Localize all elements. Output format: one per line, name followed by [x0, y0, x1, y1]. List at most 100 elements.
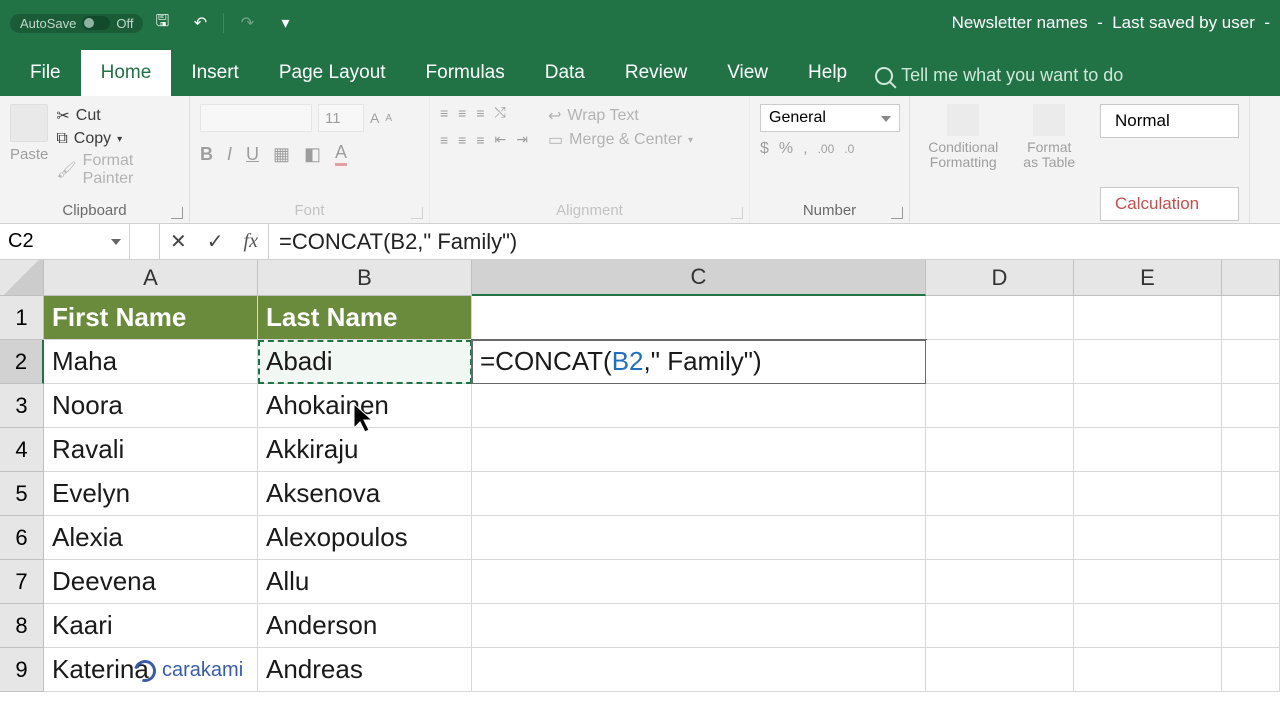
cell-B2[interactable]: Abadi [258, 340, 472, 384]
row-header-6[interactable]: 6 [0, 516, 44, 560]
increase-font-icon[interactable]: A [370, 110, 379, 126]
cell-B8[interactable]: Anderson [258, 604, 472, 648]
cell-B3[interactable]: Ahokainen [258, 384, 472, 428]
cell-B7[interactable]: Allu [258, 560, 472, 604]
cell-B5[interactable]: Aksenova [258, 472, 472, 516]
align-left-icon[interactable]: ≡ [440, 132, 448, 148]
tab-help[interactable]: Help [788, 50, 867, 96]
format-painter-button[interactable]: 🖌Format Painter [56, 150, 179, 190]
select-all-corner[interactable] [0, 260, 44, 296]
cell-A6[interactable]: Alexia [44, 516, 258, 560]
cell-B1[interactable]: Last Name [258, 296, 472, 340]
percent-button[interactable]: % [779, 140, 793, 158]
row-header-3[interactable]: 3 [0, 384, 44, 428]
cell-E6[interactable] [1074, 516, 1222, 560]
tab-view[interactable]: View [707, 50, 788, 96]
decrease-font-icon[interactable]: A [385, 113, 392, 124]
row-header-9[interactable]: 9 [0, 648, 44, 692]
dialog-launcher-icon[interactable] [171, 207, 183, 219]
formula-bar[interactable]: =CONCAT(B2," Family") [269, 224, 1280, 259]
cell-F1[interactable] [1222, 296, 1280, 340]
wrap-text-button[interactable]: ↩Wrap Text [548, 104, 693, 128]
align-bottom-icon[interactable]: ≡ [476, 105, 484, 121]
row-header-4[interactable]: 4 [0, 428, 44, 472]
col-header-E[interactable]: E [1074, 260, 1222, 296]
spreadsheet-grid[interactable]: A B C D E 1 First Name Last Name 2 Maha … [0, 260, 1280, 692]
border-button[interactable]: ▦ [273, 144, 290, 165]
cell-D2[interactable] [926, 340, 1074, 384]
increase-decimal-icon[interactable]: .00 [818, 142, 835, 156]
cell-F2[interactable] [1222, 340, 1280, 384]
cell-A3[interactable]: Noora [44, 384, 258, 428]
cell-F4[interactable] [1222, 428, 1280, 472]
dialog-launcher-icon[interactable] [731, 207, 743, 219]
cell-D6[interactable] [926, 516, 1074, 560]
style-normal[interactable]: Normal [1100, 104, 1239, 138]
tab-home[interactable]: Home [81, 50, 172, 96]
cell-A5[interactable]: Evelyn [44, 472, 258, 516]
font-size-dropdown[interactable]: 11 [318, 104, 364, 132]
copy-button[interactable]: ⧉Copy▾ [56, 128, 179, 150]
cell-D8[interactable] [926, 604, 1074, 648]
cell-F6[interactable] [1222, 516, 1280, 560]
tab-file[interactable]: File [10, 50, 81, 96]
cell-A4[interactable]: Ravali [44, 428, 258, 472]
align-right-icon[interactable]: ≡ [476, 132, 484, 148]
col-header-F[interactable] [1222, 260, 1280, 296]
align-top-icon[interactable]: ≡ [440, 105, 448, 121]
cell-D5[interactable] [926, 472, 1074, 516]
name-box[interactable]: C2 [0, 224, 130, 259]
cell-E1[interactable] [1074, 296, 1222, 340]
format-as-table-button[interactable]: Format as Table [1019, 104, 1080, 171]
cell-D4[interactable] [926, 428, 1074, 472]
cell-A2[interactable]: Maha [44, 340, 258, 384]
cell-D9[interactable] [926, 648, 1074, 692]
col-header-A[interactable]: A [44, 260, 258, 296]
cell-E2[interactable] [1074, 340, 1222, 384]
cell-D3[interactable] [926, 384, 1074, 428]
redo-icon[interactable]: ↷ [236, 12, 258, 34]
cell-styles-gallery[interactable]: Normal Calculation [1090, 96, 1250, 223]
cell-F8[interactable] [1222, 604, 1280, 648]
tell-me-search[interactable]: Tell me what you want to do [875, 65, 1123, 96]
customize-qat-icon[interactable]: ▾ [274, 12, 296, 34]
tab-data[interactable]: Data [525, 50, 605, 96]
col-header-B[interactable]: B [258, 260, 472, 296]
font-name-dropdown[interactable] [200, 104, 312, 132]
dialog-launcher-icon[interactable] [411, 207, 423, 219]
cell-D1[interactable] [926, 296, 1074, 340]
cell-E9[interactable] [1074, 648, 1222, 692]
cell-B9[interactable]: Andreas [258, 648, 472, 692]
cell-C2[interactable]: =CONCAT(B2," Family") [472, 340, 926, 384]
dialog-launcher-icon[interactable] [891, 207, 903, 219]
italic-button[interactable]: I [227, 144, 232, 165]
orientation-icon[interactable]: ⤭ [495, 104, 506, 121]
cell-B4[interactable]: Akkiraju [258, 428, 472, 472]
tab-page-layout[interactable]: Page Layout [259, 50, 406, 96]
number-format-dropdown[interactable]: General [760, 104, 900, 132]
accounting-button[interactable]: $ [760, 140, 769, 158]
bold-button[interactable]: B [200, 144, 213, 165]
cell-D7[interactable] [926, 560, 1074, 604]
comma-button[interactable]: , [803, 140, 807, 158]
tab-formulas[interactable]: Formulas [406, 50, 525, 96]
tab-review[interactable]: Review [605, 50, 707, 96]
row-header-8[interactable]: 8 [0, 604, 44, 648]
row-header-5[interactable]: 5 [0, 472, 44, 516]
row-header-7[interactable]: 7 [0, 560, 44, 604]
cell-F9[interactable] [1222, 648, 1280, 692]
fill-color-button[interactable]: ◧ [304, 144, 321, 165]
save-icon[interactable]: 🖫 [151, 12, 173, 34]
autosave-toggle[interactable]: AutoSave Off [10, 14, 143, 33]
tab-insert[interactable]: Insert [171, 50, 259, 96]
cancel-icon[interactable]: ✕ [170, 229, 187, 254]
decrease-decimal-icon[interactable]: .0 [844, 142, 854, 156]
cell-E7[interactable] [1074, 560, 1222, 604]
undo-icon[interactable]: ↶ [189, 12, 211, 34]
cell-E4[interactable] [1074, 428, 1222, 472]
cell-A7[interactable]: Deevena [44, 560, 258, 604]
cell-B6[interactable]: Alexopoulos [258, 516, 472, 560]
align-center-icon[interactable]: ≡ [458, 132, 466, 148]
cell-C5[interactable] [472, 472, 926, 516]
cell-F7[interactable] [1222, 560, 1280, 604]
